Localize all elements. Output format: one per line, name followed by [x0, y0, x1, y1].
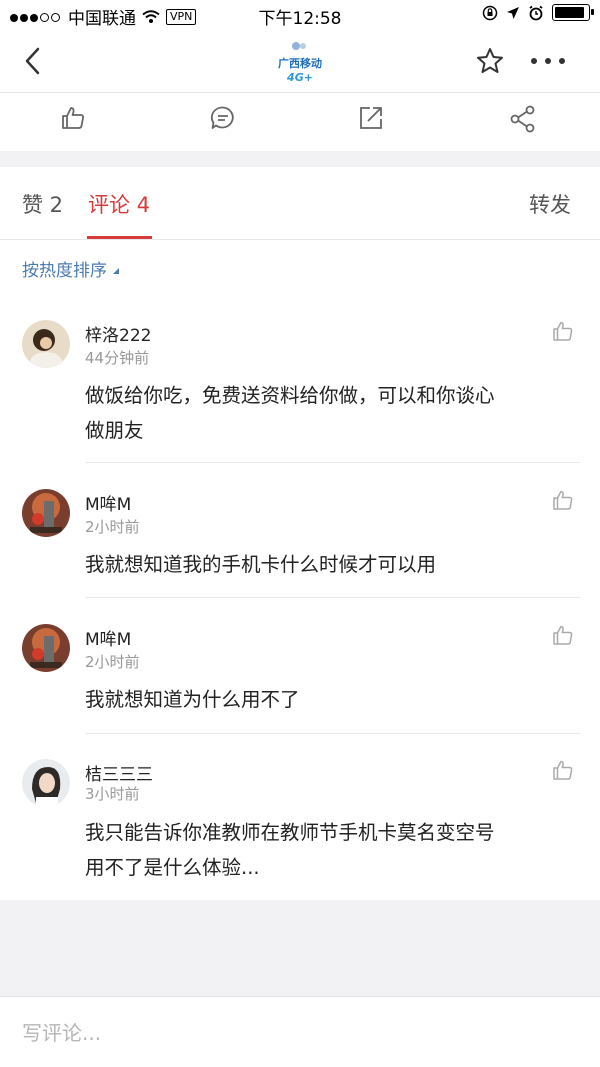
comment-divider — [85, 462, 580, 463]
comment-author[interactable]: 桔三三三 — [85, 760, 153, 785]
logo-text: 广西移动 — [278, 57, 322, 70]
sort-selector[interactable]: 按热度排序 — [22, 256, 119, 281]
tab-likes[interactable]: 赞 2 — [22, 189, 63, 219]
status-right — [482, 4, 594, 21]
comment-icon[interactable] — [210, 105, 236, 131]
comment-time: 2小时前 — [85, 653, 140, 671]
section-separator — [0, 151, 600, 167]
comment-text: 我只能告诉你准教师在教师节手机卡莫名变空号 用不了是什么体验... — [85, 815, 580, 885]
comment-input-bar[interactable]: 写评论... — [0, 996, 600, 1067]
comment-divider — [85, 597, 580, 598]
location-icon — [507, 6, 519, 19]
comment-text-line: 做饭给你吃，免费送资料给你做，可以和你谈心 — [85, 384, 495, 407]
favorite-star-icon[interactable] — [476, 47, 504, 75]
status-bar: 中国联通 VPN 下午12:58 — [0, 0, 600, 30]
action-bar — [0, 93, 600, 151]
tab-forward[interactable]: 转发 — [529, 189, 571, 219]
comment-text-line: 我就想知道为什么用不了 — [85, 688, 300, 711]
comment-author[interactable]: M哞M — [85, 625, 131, 650]
avatar[interactable] — [22, 489, 70, 537]
comment-input-placeholder[interactable]: 写评论... — [22, 1017, 101, 1046]
back-icon[interactable] — [22, 47, 44, 75]
like-icon[interactable] — [60, 105, 86, 131]
logo-mark — [292, 42, 306, 50]
content-footer-spacer — [0, 900, 600, 996]
sort-label: 按热度排序 — [22, 261, 107, 281]
comment-like-icon[interactable] — [552, 320, 574, 342]
comment-like-icon[interactable] — [552, 624, 574, 646]
alarm-icon — [529, 5, 543, 20]
comment-text: 做饭给你吃，免费送资料给你做，可以和你谈心 做朋友 — [85, 378, 580, 448]
comment-time: 44分钟前 — [85, 349, 150, 367]
comment-like-icon[interactable] — [552, 759, 574, 781]
nav-bar: 广西移动 4G+ — [0, 30, 600, 93]
comment-author[interactable]: 梓洛222 — [85, 321, 151, 346]
tab-comments[interactable]: 评论 4 — [88, 189, 150, 219]
comment-text-line: 我就想知道我的手机卡什么时候才可以用 — [85, 553, 437, 576]
avatar[interactable] — [22, 759, 70, 807]
tab-bar: 赞 2 评论 4 转发 — [0, 167, 600, 240]
sort-dropdown-icon — [113, 268, 119, 274]
share-icon[interactable] — [509, 105, 537, 133]
comment-text-line: 做朋友 — [85, 419, 144, 442]
more-options-icon[interactable] — [530, 57, 566, 65]
battery-icon — [552, 4, 594, 21]
avatar[interactable] — [22, 320, 70, 368]
avatar[interactable] — [22, 624, 70, 672]
comment-time: 2小时前 — [85, 518, 140, 536]
comment-like-icon[interactable] — [552, 489, 574, 511]
comment-divider — [85, 733, 580, 734]
comment-time: 3小时前 — [85, 785, 140, 803]
share-external-icon[interactable] — [358, 105, 384, 131]
tab-active-indicator — [87, 236, 152, 239]
comment-text-line: 我只能告诉你准教师在教师节手机卡莫名变空号 — [85, 821, 495, 844]
comment-text-line: 用不了是什么体验... — [85, 856, 260, 879]
comment-text: 我就想知道我的手机卡什么时候才可以用 — [85, 547, 580, 582]
comment-author[interactable]: M哞M — [85, 490, 131, 515]
rotation-lock-icon — [482, 5, 498, 20]
comment-text: 我就想知道为什么用不了 — [85, 682, 580, 717]
logo-4g: 4G+ — [287, 71, 313, 84]
brand-logo: 广西移动 4G+ — [268, 36, 332, 86]
